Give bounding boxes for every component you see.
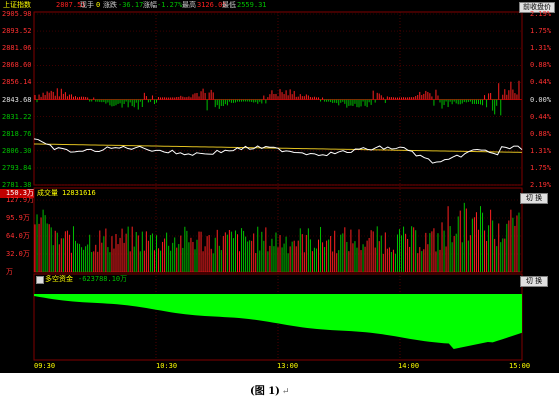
percent-tick-label: 1.75% bbox=[530, 27, 552, 36]
time-tick: 13:00 bbox=[277, 362, 299, 370]
volume-switch-button[interactable]: 切 换 bbox=[520, 193, 548, 204]
percent-tick-label: 1.31% bbox=[530, 44, 552, 53]
price-tick-label: 2905.98 bbox=[2, 10, 32, 18]
flow-icon bbox=[36, 276, 44, 284]
volume-value: 0 bbox=[96, 1, 101, 9]
price-tick-label: 2868.60 bbox=[2, 61, 32, 70]
volume-tick-label: 95.9万 bbox=[6, 214, 30, 222]
pct-value: -1.27% bbox=[157, 1, 183, 9]
time-tick: 09:30 bbox=[34, 362, 56, 370]
time-tick: 14:00 bbox=[398, 362, 420, 370]
volume-tick-label: 127.9万 bbox=[6, 196, 35, 204]
volume-total: 12831616 bbox=[62, 189, 96, 197]
flow-value: -623788.10万 bbox=[78, 275, 128, 283]
price-tick-label: 2806.30 bbox=[2, 146, 32, 155]
percent-tick-label: 0.88% bbox=[530, 129, 552, 138]
percent-tick-label: 1.31% bbox=[530, 146, 552, 155]
volume-tick-label: 万 bbox=[6, 268, 13, 276]
change-label: 涨跌 bbox=[103, 1, 117, 9]
change-value: -36.17 bbox=[118, 1, 144, 9]
price-tick-label: 2856.14 bbox=[2, 78, 32, 87]
percent-tick-label: 0.00% bbox=[530, 95, 552, 104]
price-tick-label: 2818.76 bbox=[2, 129, 32, 138]
chart-canvas bbox=[33, 11, 523, 361]
percent-tick-label: 1.75% bbox=[530, 163, 552, 172]
pct-label: 涨幅 bbox=[143, 1, 157, 9]
price-tick-label: 2793.84 bbox=[2, 163, 32, 172]
volume-title: 成交量 bbox=[37, 189, 58, 197]
high-label: 最高 bbox=[182, 1, 196, 9]
time-tick: 15:00 bbox=[509, 362, 531, 370]
flow-title: 多空资金 bbox=[45, 275, 73, 283]
percent-tick-label: 0.88% bbox=[530, 61, 552, 70]
figure-caption: (图 1) ↵ bbox=[250, 382, 289, 397]
percent-tick-label: 0.44% bbox=[530, 112, 552, 121]
caption-text: (图 1) bbox=[250, 386, 280, 397]
capital-flow-area bbox=[34, 294, 522, 349]
price-tick-label: 2881.06 bbox=[2, 44, 32, 53]
price-tick-label: 2843.68 bbox=[2, 95, 32, 104]
percent-tick-label: 2.19% bbox=[530, 181, 552, 189]
low-label: 最低 bbox=[222, 1, 236, 9]
index-name: 上证指数 bbox=[3, 1, 31, 9]
percent-tick-label: 2.19% bbox=[530, 10, 552, 18]
volume-tick-label: 64.0万 bbox=[6, 232, 30, 240]
volume-tick-label: 32.0万 bbox=[6, 250, 30, 258]
percent-tick-label: 0.44% bbox=[530, 78, 552, 87]
low-value: 2559.31 bbox=[237, 1, 267, 9]
price-tick-label: 2893.52 bbox=[2, 27, 32, 36]
time-tick: 10:30 bbox=[156, 362, 178, 370]
chart-frame: 上证指数 2807.51 现手 0 涨跌 -36.17 涨幅 -1.27% 最高… bbox=[0, 0, 559, 373]
volume-label: 现手 bbox=[80, 1, 94, 9]
price-tick-label: 2831.22 bbox=[2, 112, 32, 121]
flow-switch-button[interactable]: 切 换 bbox=[520, 276, 548, 287]
return-mark-icon: ↵ bbox=[281, 387, 290, 397]
